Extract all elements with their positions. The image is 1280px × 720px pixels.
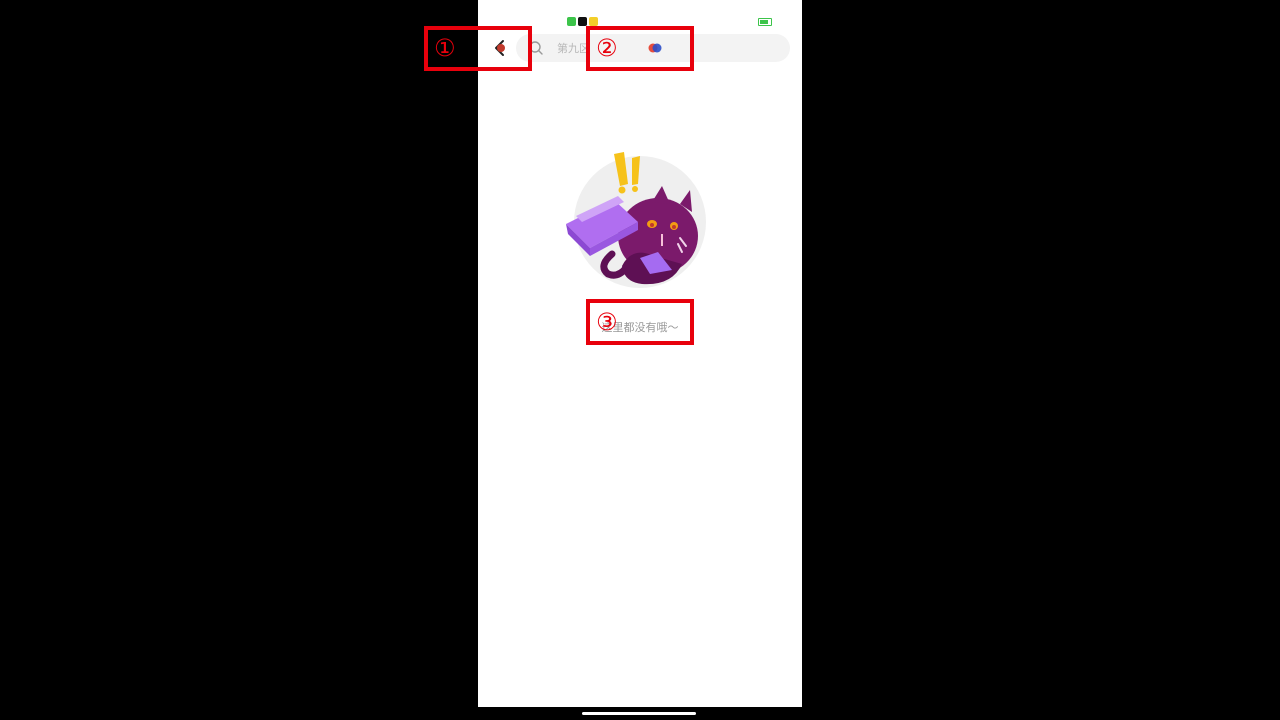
phone-screen: 第九区 这里都没有哦～: [478, 0, 802, 707]
status-bar-app-icons: [567, 17, 598, 26]
annotation-label-3: ③: [596, 308, 618, 336]
annotation-label-1: ①: [434, 34, 456, 62]
home-indicator[interactable]: [582, 712, 696, 715]
annotation-label-2: ②: [596, 34, 618, 62]
battery-icon: [758, 18, 772, 26]
tiktok-icon: [578, 17, 587, 26]
green-app-icon: [567, 17, 576, 26]
empty-state-illustration: [566, 152, 706, 288]
yellow-app-icon: [589, 17, 598, 26]
